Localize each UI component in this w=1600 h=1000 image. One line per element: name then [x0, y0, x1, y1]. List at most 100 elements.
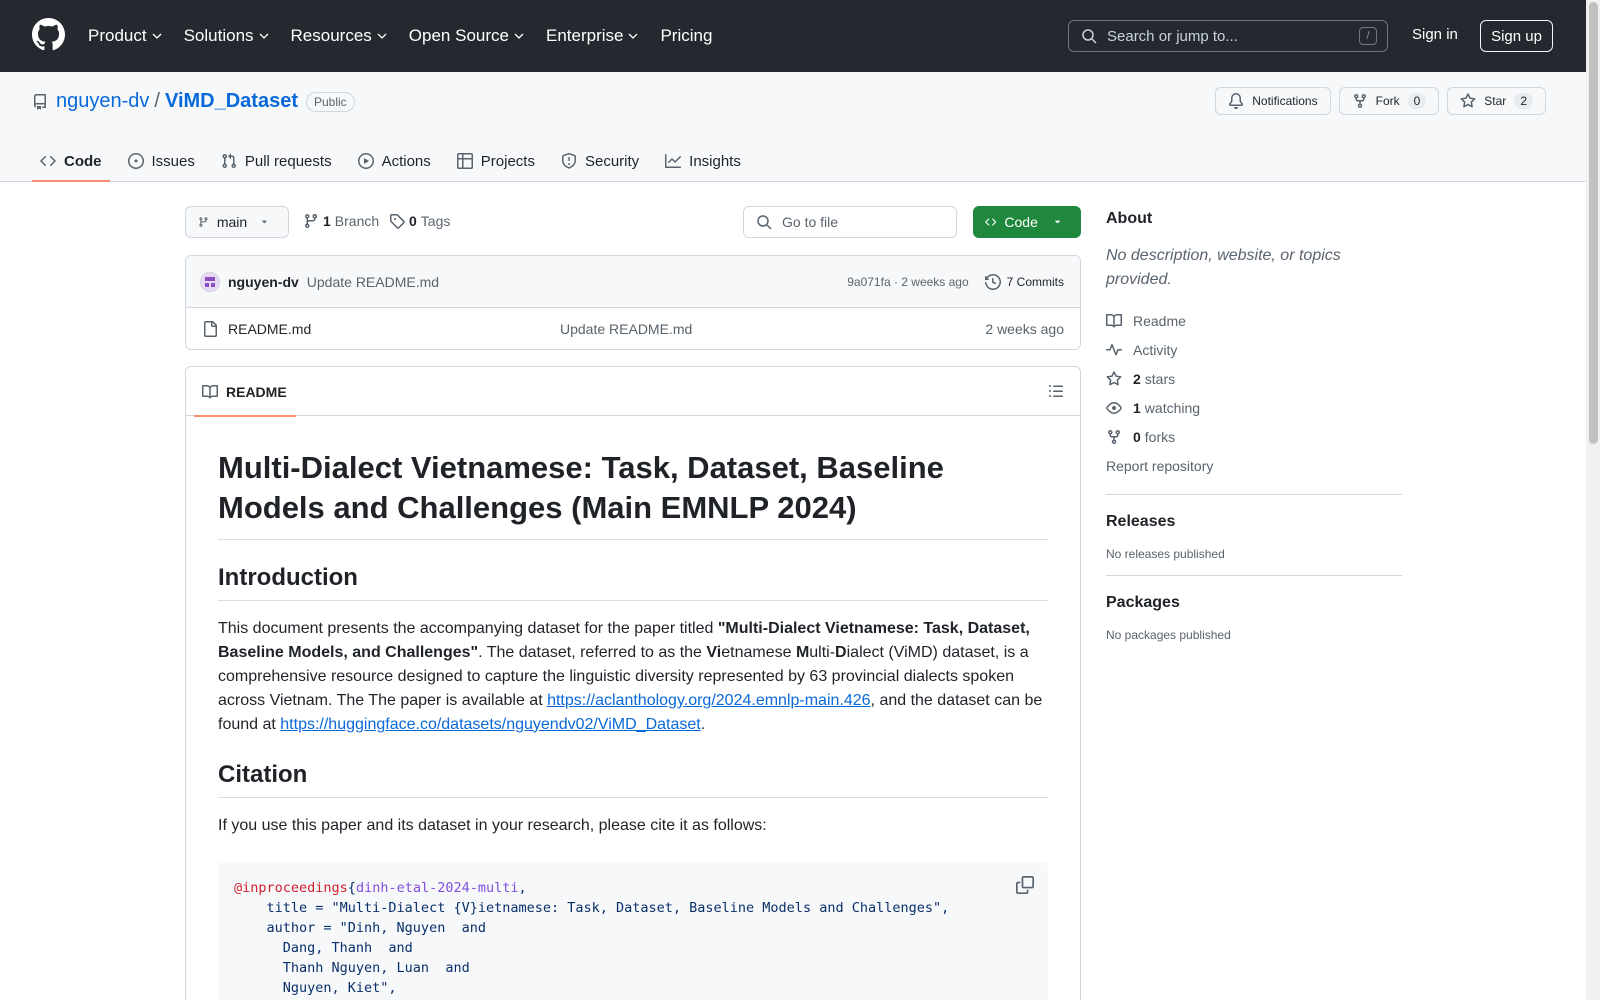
file-toolbar: main 1 Branch 0 Tags Go to file Code	[185, 206, 1081, 238]
nav-solutions[interactable]: Solutions	[184, 26, 269, 46]
nav-open-source[interactable]: Open Source	[409, 26, 524, 46]
branch-name: main	[216, 214, 248, 230]
releases-heading[interactable]: Releases	[1106, 513, 1402, 531]
chevron-down-icon	[152, 33, 162, 39]
intro-end: .	[700, 715, 706, 733]
branch-icon	[199, 217, 208, 227]
report-repository-label: Report repository	[1106, 457, 1214, 474]
breadcrumb-separator: /	[154, 90, 160, 112]
star-button[interactable]: Star 2	[1447, 87, 1546, 115]
repo-owner-link[interactable]: nguyen-dv	[56, 90, 149, 113]
readme-header: README	[186, 367, 1080, 417]
report-repository-link[interactable]: Report repository	[1106, 451, 1402, 480]
play-icon	[357, 153, 374, 169]
commit-hash-time[interactable]: 9a071fa · 2 weeks ago	[847, 275, 968, 289]
bell-icon	[1229, 93, 1244, 109]
copy-icon[interactable]	[1016, 875, 1034, 894]
repo-actions: Notifications Fork 0 Star 2	[1207, 87, 1546, 115]
tab-projects[interactable]: Projects	[449, 140, 543, 182]
code-dropdown-button[interactable]: Code	[973, 206, 1081, 238]
commit-message-link[interactable]: Update README.md	[307, 274, 439, 290]
github-logo-icon[interactable]	[32, 18, 65, 51]
fork-button[interactable]: Fork 0	[1338, 87, 1440, 115]
intro-text-3: etnamese	[721, 643, 796, 661]
table-row[interactable]: README.md Update README.md 2 weeks ago	[186, 308, 1080, 349]
tab-insights[interactable]: Insights	[657, 140, 749, 182]
book-icon	[1106, 313, 1122, 327]
file-name-link[interactable]: README.md	[228, 321, 311, 337]
tab-code-label: Code	[64, 152, 102, 170]
file-commit-message[interactable]: Update README.md	[560, 321, 692, 337]
nav-resources-label: Resources	[290, 26, 372, 45]
tab-pull-requests-label: Pull requests	[244, 152, 332, 170]
branch-select-button[interactable]: main	[185, 206, 289, 238]
caret-down-icon	[261, 220, 268, 224]
divider	[1106, 575, 1402, 576]
global-search-input[interactable]: Search or jump to... /	[1068, 20, 1388, 52]
citation-code-block[interactable]: @inproceedings{dinh-etal-2024-multi, tit…	[218, 861, 1048, 1000]
nav-product[interactable]: Product	[88, 26, 162, 46]
tag-icon	[390, 214, 405, 229]
readme-tab-label: README	[226, 383, 287, 400]
intro-text-2: . The dataset, referred to as the	[478, 643, 707, 661]
packages-heading[interactable]: Packages	[1106, 594, 1402, 612]
repo-breadcrumb: nguyen-dv / ViMD_Dataset Public	[32, 90, 355, 113]
repo-tabs: Code Issues Pull requests Actions Projec…	[32, 140, 759, 182]
commits-link[interactable]: 7 Commits	[984, 274, 1064, 290]
forks-label: forks	[1144, 428, 1176, 445]
avatar[interactable]	[200, 271, 220, 292]
sign-in-link[interactable]: Sign in	[1412, 26, 1458, 43]
tab-security[interactable]: Security	[553, 140, 647, 182]
graph-icon	[665, 154, 682, 168]
no-packages-text: No packages published	[1106, 628, 1231, 642]
file-list: nguyen-dv Update README.md 9a071fa · 2 w…	[185, 255, 1081, 350]
dataset-link[interactable]: https://huggingface.co/datasets/nguyendv…	[280, 716, 700, 733]
scrollbar-thumb[interactable]	[1589, 2, 1598, 444]
star-icon	[1460, 93, 1476, 108]
eye-icon	[1106, 401, 1122, 414]
tab-issues[interactable]: Issues	[120, 140, 203, 182]
branch-count: 1	[323, 213, 331, 229]
activity-link[interactable]: Activity	[1106, 335, 1402, 364]
forks-link[interactable]: 0 forks	[1106, 422, 1402, 451]
introduction-heading: Introduction	[218, 564, 1048, 601]
commit-author-link[interactable]: nguyen-dv	[228, 274, 299, 290]
tab-security-label: Security	[584, 152, 640, 170]
sign-up-button[interactable]: Sign up	[1480, 20, 1553, 52]
intro-text-1: This document presents the accompanying …	[218, 619, 718, 637]
tab-projects-label: Projects	[480, 152, 535, 170]
stars-label: stars	[1144, 370, 1176, 387]
book-icon	[202, 384, 218, 398]
citation-paragraph: If you use this paper and its dataset in…	[218, 816, 767, 834]
paper-link[interactable]: https://aclanthology.org/2024.emnlp-main…	[547, 692, 870, 709]
nav-product-label: Product	[88, 26, 147, 45]
page-scrollbar[interactable]	[1586, 0, 1600, 1000]
nav-open-source-label: Open Source	[408, 26, 509, 45]
stars-link[interactable]: 2 stars	[1106, 364, 1402, 393]
tab-actions[interactable]: Actions	[350, 140, 439, 182]
nav-pricing[interactable]: Pricing	[660, 26, 712, 46]
notifications-button[interactable]: Notifications	[1215, 87, 1331, 115]
about-sidebar: About No description, website, or topics…	[1106, 210, 1402, 642]
tab-code[interactable]: Code	[32, 140, 110, 182]
tab-pull-requests[interactable]: Pull requests	[213, 140, 340, 182]
star-icon	[1106, 370, 1122, 385]
go-to-file-input[interactable]: Go to file	[743, 206, 957, 238]
tag-count: 0	[409, 213, 417, 229]
file-age: 2 weeks ago	[985, 321, 1064, 337]
list-unordered-icon[interactable]	[1048, 383, 1064, 399]
branches-link[interactable]: 1 Branch	[303, 213, 379, 229]
go-to-file-placeholder: Go to file	[782, 214, 839, 230]
nav-resources[interactable]: Resources	[291, 26, 387, 46]
readme-link[interactable]: Readme	[1106, 306, 1402, 335]
readme-tab[interactable]: README	[194, 367, 296, 417]
search-icon	[1082, 29, 1097, 44]
commits-count: 7 Commits	[1006, 275, 1064, 289]
chevron-down-icon	[629, 33, 638, 39]
latest-commit: nguyen-dv Update README.md 9a071fa · 2 w…	[186, 256, 1080, 308]
tags-link[interactable]: 0 Tags	[389, 213, 450, 229]
nav-enterprise[interactable]: Enterprise	[546, 26, 638, 46]
repo-name-link[interactable]: ViMD_Dataset	[165, 90, 298, 113]
forks-count: 0	[1133, 428, 1141, 445]
watching-link[interactable]: 1 watching	[1106, 393, 1402, 422]
